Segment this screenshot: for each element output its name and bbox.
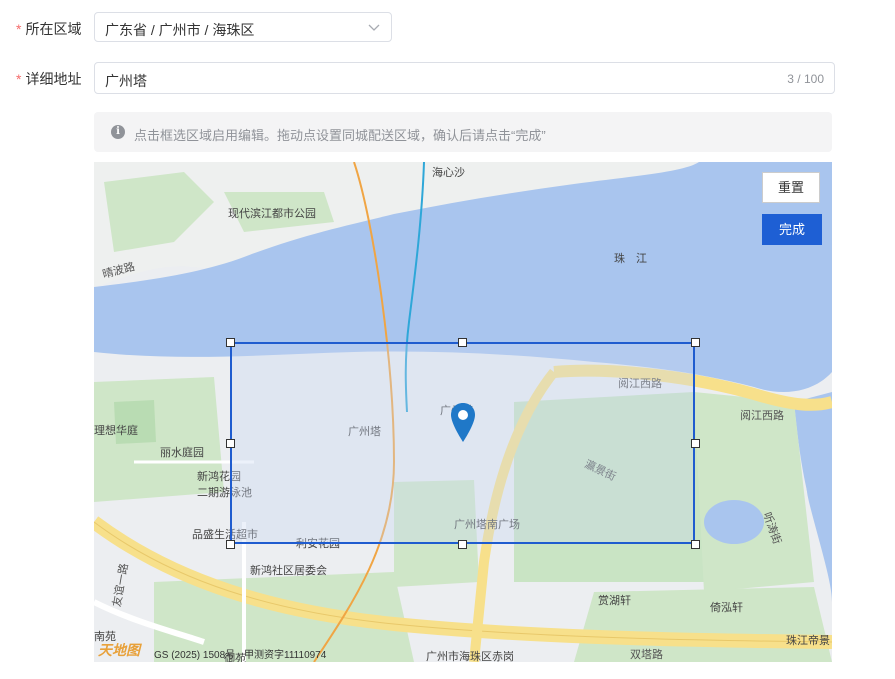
location-pin-icon[interactable]	[450, 402, 476, 449]
address-input[interactable]: 广州塔 3 / 100	[94, 62, 835, 94]
selection-handle-top-mid[interactable]	[458, 338, 467, 347]
required-marker: *	[16, 71, 22, 87]
region-select-value: 广东省 / 广州市 / 海珠区	[105, 22, 255, 38]
selection-handle-mid-left[interactable]	[226, 439, 235, 448]
selection-handle-top-left[interactable]	[226, 338, 235, 347]
map-label-shanghuxuan: 赏湖轩	[598, 595, 631, 607]
selection-handle-bottom-mid[interactable]	[458, 540, 467, 549]
info-icon: i	[111, 125, 125, 139]
address-label: * 详细地址	[16, 69, 81, 89]
reset-button[interactable]: 重置	[762, 172, 820, 203]
map-label-lishui: 丽水庭园	[160, 447, 204, 459]
selection-handle-bottom-right[interactable]	[691, 540, 700, 549]
map-copyright: GS (2025) 1508号 · 甲测资字11110974	[154, 650, 327, 661]
map-provider-logo: 天地图	[98, 643, 140, 659]
region-label: * 所在区域	[16, 19, 81, 39]
map-label-zhujiang: 珠 江	[614, 253, 647, 265]
map-canvas[interactable]: 海心沙 现代滨江都市公园 晴波路 珠 江 阅江西路 阅江西路 广州塔 广州塔 理…	[94, 162, 832, 662]
address-label-text: 详细地址	[25, 71, 82, 87]
info-tip: i 点击框选区域启用编辑。拖动点设置同城配送区域，确认后请点击“完成”	[94, 112, 832, 152]
map-label-yihongxuan: 倚泓轩	[710, 602, 743, 614]
chevron-down-icon	[367, 19, 381, 40]
map-label-shuangta: 双塔路	[630, 649, 663, 661]
selection-handle-bottom-left[interactable]	[226, 540, 235, 549]
address-input-value: 广州塔	[105, 73, 147, 89]
map-label-zhujiang-dijing: 珠江帝景	[786, 635, 830, 647]
map-label-chigang: 广州市海珠区赤岗	[426, 651, 514, 662]
info-tip-text: 点击框选区域启用编辑。拖动点设置同城配送区域，确认后请点击“完成”	[134, 128, 546, 143]
done-button[interactable]: 完成	[762, 214, 822, 245]
map-label-haixinsha: 海心沙	[432, 167, 465, 179]
region-label-text: 所在区域	[25, 21, 82, 37]
map-label-park: 现代滨江都市公园	[228, 208, 316, 220]
map-label-lixiang: 理想华庭	[94, 425, 138, 437]
address-char-count: 3 / 100	[787, 72, 824, 86]
selection-handle-mid-right[interactable]	[691, 439, 700, 448]
region-select[interactable]: 广东省 / 广州市 / 海珠区	[94, 12, 392, 42]
selection-handle-top-right[interactable]	[691, 338, 700, 347]
map-label-xinhong-committee: 新鸿社区居委会	[250, 565, 327, 577]
map-label-yuejiang: 阅江西路	[740, 410, 784, 422]
required-marker: *	[16, 21, 22, 37]
